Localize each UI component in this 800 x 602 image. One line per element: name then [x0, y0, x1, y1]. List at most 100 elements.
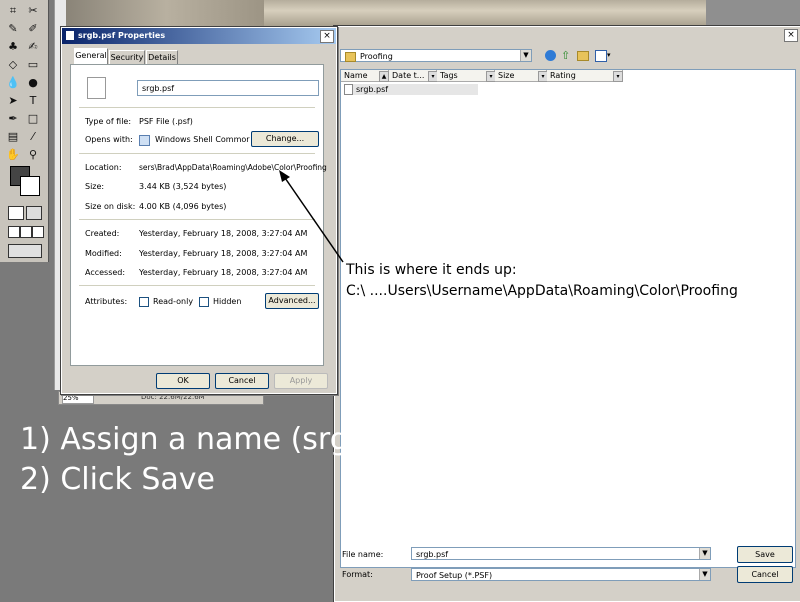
properties-dialog: srgb.psf Properties × General Security D… — [61, 27, 337, 394]
size-on-disk-value: 4.00 KB (4,096 bytes) — [139, 202, 227, 211]
opens-with-value: Windows Shell Commor — [155, 135, 250, 144]
change-button[interactable]: Change... — [251, 131, 319, 147]
app-icon — [139, 135, 150, 146]
accessed-label: Accessed: — [85, 268, 126, 277]
properties-titlebar: srgb.psf Properties — [62, 28, 336, 44]
size-value: 3.44 KB (3,524 bytes) — [139, 182, 227, 191]
clone-stamp-icon[interactable]: ♣ — [4, 38, 22, 56]
attributes-label: Attributes: — [85, 297, 128, 306]
chevron-down-icon[interactable]: ▼ — [520, 50, 531, 61]
folder-icon — [345, 51, 356, 62]
doc-size-info: Doc: 22.6M/22.6M — [141, 393, 205, 401]
document-icon — [66, 31, 74, 40]
new-folder-icon[interactable] — [577, 51, 589, 61]
photoshop-toolbox: ⌗ ✂ ✎ ✐ ♣ ✍ ◇ ▭ 💧 ● ➤ T ✒ □ ▤ ⁄ ✋ ⚲ — [0, 0, 49, 262]
sort-name-icon[interactable]: ▲ — [379, 71, 389, 82]
views-menu-icon[interactable] — [595, 50, 607, 62]
properties-title: srgb.psf Properties — [78, 31, 166, 40]
brush-tool-icon[interactable]: ✐ — [24, 20, 42, 38]
healing-brush-icon[interactable]: ✎ — [4, 20, 22, 38]
fullscreen-menu-icon[interactable] — [20, 226, 32, 238]
format-select[interactable]: Proof Setup (*.PSF) ▼ — [411, 568, 711, 581]
format-label: Format: — [342, 570, 373, 579]
filename-field[interactable]: srgb.psf — [137, 80, 319, 96]
standard-mode-icon[interactable] — [8, 206, 24, 220]
quick-mask-icon[interactable] — [26, 206, 42, 220]
zoom-field[interactable]: 25% — [62, 393, 94, 404]
folder-name: Proofing — [360, 52, 393, 61]
path-selection-icon[interactable]: ➤ — [4, 92, 22, 110]
created-label: Created: — [85, 229, 120, 238]
hidden-label: Hidden — [213, 297, 242, 306]
tab-security[interactable]: Security — [109, 50, 145, 64]
column-rating-dropdown-icon[interactable]: ▾ — [613, 71, 623, 82]
general-panel: srgb.psf Type of file: PSF File (.psf) O… — [70, 64, 327, 366]
instruction-step-1: 1) Assign a name (srgb) — [20, 422, 380, 457]
cancel-button[interactable]: Cancel — [215, 373, 269, 389]
filename-label: File name: — [342, 550, 384, 559]
size-on-disk-label: Size on disk: — [85, 202, 136, 211]
instruction-step-2: 2) Click Save — [20, 462, 215, 497]
advanced-button[interactable]: Advanced... — [265, 293, 319, 309]
save-dialog: × Proofing ▼ ⇧ ▾ Name ▲ Date t... ▾ Tags… — [334, 26, 800, 602]
file-icon — [344, 84, 353, 95]
divider — [79, 285, 315, 286]
readonly-checkbox[interactable] — [139, 297, 149, 307]
blur-tool-icon[interactable]: 💧 — [4, 74, 22, 92]
filename-input[interactable]: srgb.psf ▼ — [411, 547, 711, 560]
apply-button[interactable]: Apply — [274, 373, 328, 389]
modified-value: Yesterday, February 18, 2008, 3:27:04 AM — [139, 249, 308, 258]
folder-combo[interactable]: Proofing ▼ — [340, 49, 532, 62]
eyedropper-icon[interactable]: ⁄ — [24, 128, 42, 146]
workspace-background — [706, 0, 800, 26]
column-header-rating[interactable]: Rating — [547, 70, 623, 82]
list-item[interactable]: srgb.psf — [344, 84, 478, 95]
history-brush-icon[interactable]: ✍ — [24, 38, 42, 56]
save-cancel-button[interactable]: Cancel — [737, 566, 793, 583]
shape-tool-icon[interactable]: □ — [24, 110, 42, 128]
jump-to-imageready-icon[interactable] — [8, 244, 42, 258]
dodge-tool-icon[interactable]: ● — [24, 74, 42, 92]
readonly-label: Read-only — [153, 297, 194, 306]
background-color-swatch[interactable] — [20, 176, 40, 196]
location-value: sers\Brad\AppData\Roaming\Adobe\Color\Pr… — [139, 163, 327, 172]
hidden-checkbox[interactable] — [199, 297, 209, 307]
location-label: Location: — [85, 163, 122, 172]
filename-chevron-icon[interactable]: ▼ — [699, 548, 710, 559]
file-list[interactable]: Name ▲ Date t... ▾ Tags ▾ Size ▾ Rating … — [340, 69, 796, 568]
pen-tool-icon[interactable]: ✒ — [4, 110, 22, 128]
type-value: PSF File (.psf) — [139, 117, 193, 126]
notes-tool-icon[interactable]: ▤ — [4, 128, 22, 146]
zoom-tool-icon[interactable]: ⚲ — [24, 146, 42, 164]
back-icon[interactable] — [545, 50, 556, 61]
divider — [79, 107, 315, 108]
annotation-line-1: This is where it ends up: — [346, 262, 517, 278]
tab-details[interactable]: Details — [146, 50, 178, 64]
save-dialog-close-icon[interactable]: × — [784, 29, 798, 42]
created-value: Yesterday, February 18, 2008, 3:27:04 AM — [139, 229, 308, 238]
save-button[interactable]: Save — [737, 546, 793, 563]
ok-button[interactable]: OK — [156, 373, 210, 389]
accessed-value: Yesterday, February 18, 2008, 3:27:04 AM — [139, 268, 308, 277]
size-label: Size: — [85, 182, 105, 191]
eraser-tool-icon[interactable]: ◇ — [4, 56, 22, 74]
type-label: Type of file: — [85, 117, 132, 126]
views-chevron-icon[interactable]: ▾ — [607, 51, 611, 59]
screen-mode-icon[interactable] — [8, 226, 20, 238]
divider — [79, 153, 315, 154]
close-icon[interactable]: × — [320, 30, 334, 43]
crop-tool-icon[interactable]: ⌗ — [4, 2, 22, 20]
modified-label: Modified: — [85, 249, 122, 258]
hand-tool-icon[interactable]: ✋ — [4, 146, 22, 164]
type-tool-icon[interactable]: T — [24, 92, 42, 110]
opens-with-label: Opens with: — [85, 135, 133, 144]
up-folder-icon[interactable]: ⇧ — [561, 49, 570, 62]
fullscreen-icon[interactable] — [32, 226, 44, 238]
annotation-line-2: C:\ ....Users\Username\AppData\Roaming\C… — [346, 283, 738, 299]
tab-general[interactable]: General — [74, 48, 108, 64]
divider — [79, 219, 315, 220]
gradient-tool-icon[interactable]: ▭ — [24, 56, 42, 74]
document-canvas — [66, 0, 266, 30]
slice-tool-icon[interactable]: ✂ — [24, 2, 42, 20]
format-chevron-icon[interactable]: ▼ — [699, 569, 710, 580]
